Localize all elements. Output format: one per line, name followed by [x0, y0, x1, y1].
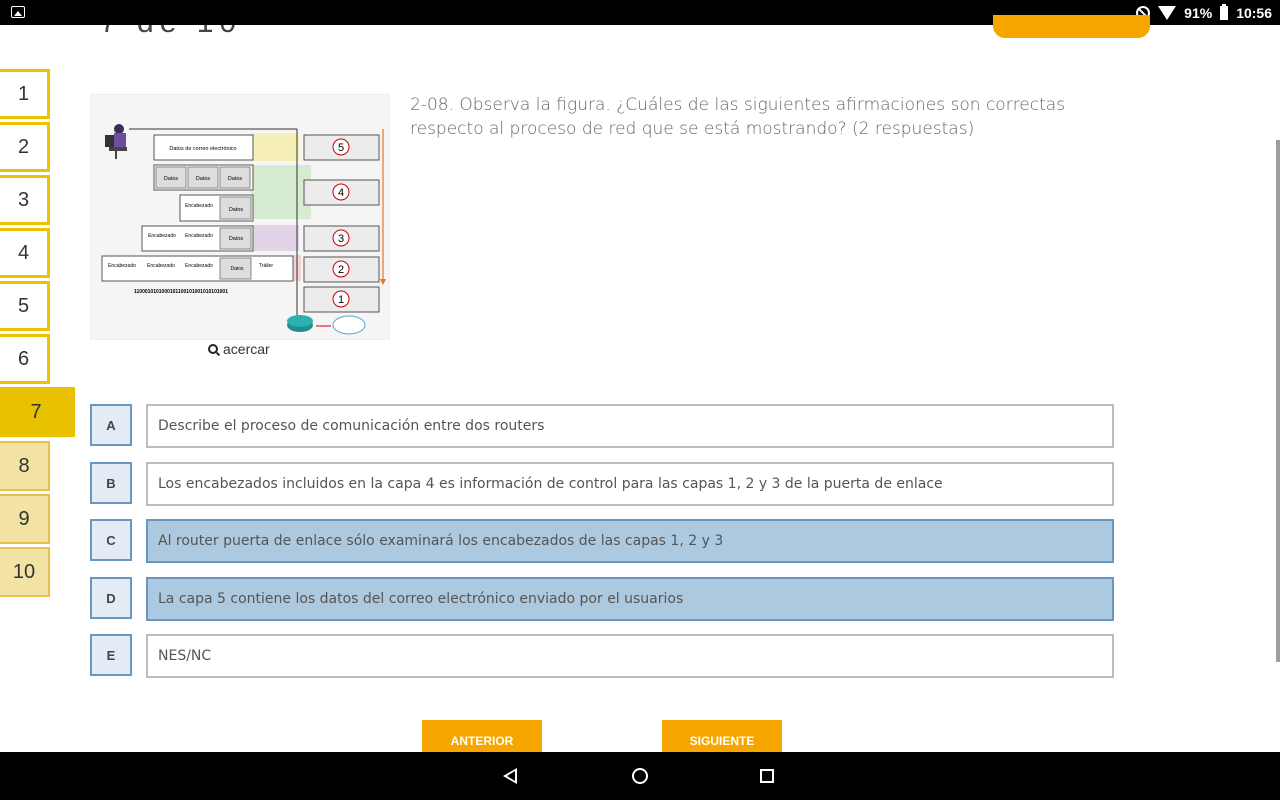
question-nav-6[interactable]: 6: [0, 334, 50, 384]
question-text: 2-08. Observa la figura. ¿Cuáles de las …: [410, 95, 1066, 139]
search-icon: [208, 344, 218, 354]
question-nav-7[interactable]: 7: [0, 387, 75, 437]
question-nav-2[interactable]: 2: [0, 122, 50, 172]
option-letter-a[interactable]: A: [90, 404, 132, 446]
data-segment-label: Datos: [229, 236, 244, 242]
layer-stack: 5 4 3 2 1: [303, 134, 380, 313]
layer-band-5: [251, 133, 299, 161]
option-a[interactable]: Describe el proceso de comunicación entr…: [146, 404, 1114, 448]
android-nav-bar: [0, 752, 1280, 800]
bitstream-label: 1100010101000101100101001010101001: [134, 289, 228, 295]
question-nav-8[interactable]: 8: [0, 441, 50, 491]
data-segment-label: Datos: [196, 176, 211, 182]
recent-apps-icon[interactable]: [760, 769, 774, 783]
data-segment-label: Datos: [230, 266, 244, 272]
header-label: Encabezado: [108, 263, 136, 269]
question-nav-3[interactable]: 3: [0, 175, 50, 225]
header-label: Encabezado: [185, 203, 213, 209]
battery-percentage: 91%: [1184, 4, 1213, 21]
question-nav-4[interactable]: 4: [0, 228, 50, 278]
cloud-icon: [332, 315, 366, 335]
user-computer-icon: [105, 124, 127, 159]
data-segment-label: Datos: [164, 176, 179, 182]
scrollbar[interactable]: [1276, 140, 1280, 662]
option-letter-c[interactable]: C: [90, 519, 132, 561]
layer-number: 5: [338, 142, 344, 154]
wifi-icon: [1158, 5, 1177, 20]
option-letter-d[interactable]: D: [90, 577, 132, 619]
back-icon[interactable]: [503, 768, 517, 784]
option-e[interactable]: NES/NC: [146, 634, 1114, 678]
header-action-button[interactable]: [993, 15, 1150, 38]
option-b[interactable]: Los encabezados incluidos en la capa 4 e…: [146, 462, 1114, 506]
header-label: Encabezado: [147, 263, 175, 269]
layer-number: 1: [338, 294, 344, 306]
clock: 10:56: [1236, 4, 1272, 21]
layer-number: 3: [338, 233, 344, 245]
layer-number: 4: [338, 187, 344, 199]
data-segment-label: Datos: [228, 176, 243, 182]
layer-number: 2: [338, 264, 344, 276]
option-letter-b[interactable]: B: [90, 462, 132, 504]
question-nav-9[interactable]: 9: [0, 494, 50, 544]
option-c[interactable]: Al router puerta de enlace sólo examinar…: [146, 519, 1114, 563]
option-letter-e[interactable]: E: [90, 634, 132, 676]
question-nav-10[interactable]: 10: [0, 547, 50, 597]
header-label: Encabezado: [185, 233, 213, 239]
layer-band-3: [251, 225, 299, 251]
gallery-icon: [11, 6, 25, 18]
zoom-label: acercar: [223, 341, 270, 357]
previous-button[interactable]: ANTERIOR: [422, 720, 542, 754]
battery-icon: [1220, 3, 1229, 20]
header-label: Encabezado: [148, 233, 176, 239]
trailer-label: Tráiler: [259, 263, 273, 269]
layer-band-4: [251, 165, 311, 219]
home-icon[interactable]: [632, 768, 648, 784]
option-d[interactable]: La capa 5 contiene los datos del correo …: [146, 577, 1114, 621]
zoom-link[interactable]: acercar: [208, 341, 270, 357]
question-nav-1[interactable]: 1: [0, 69, 50, 119]
question-figure[interactable]: Datos de correo electrónico Datos Datos …: [90, 94, 390, 340]
header-label: Encabezado: [185, 263, 213, 269]
question-nav-5[interactable]: 5: [0, 281, 50, 331]
email-data-label: Datos de correo electrónico: [169, 146, 236, 152]
data-segment-label: Datos: [229, 207, 244, 213]
next-button[interactable]: SIGUIENTE: [662, 720, 782, 754]
